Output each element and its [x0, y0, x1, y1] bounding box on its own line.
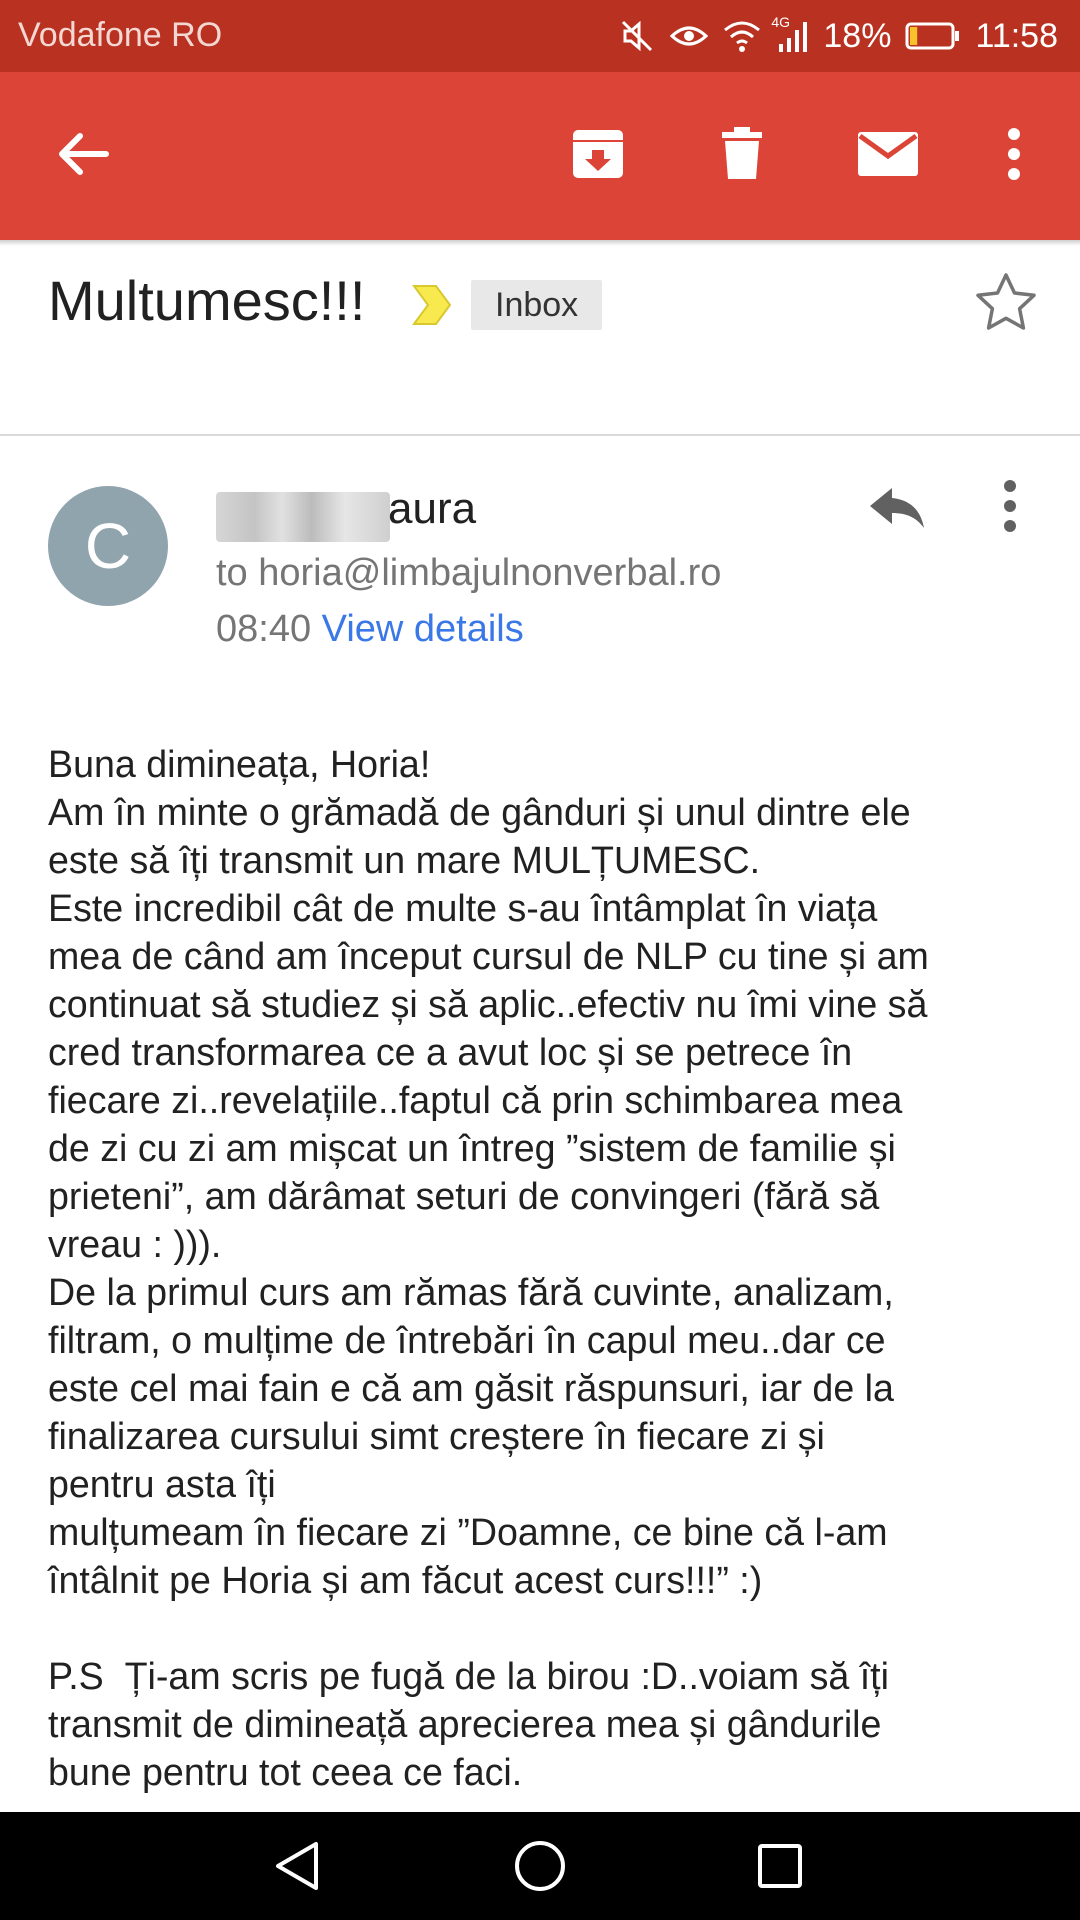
more-vert-icon	[1004, 480, 1016, 532]
battery-icon	[905, 21, 961, 51]
more-vert-icon	[1008, 128, 1020, 180]
more-options-button[interactable]	[972, 112, 1056, 196]
recipient-line: to horia@limbajulnonverbal.ro	[216, 552, 722, 594]
status-icons: 4G 18% 11:58	[619, 12, 1058, 60]
star-button[interactable]	[975, 272, 1037, 337]
mail-icon	[858, 132, 918, 176]
nav-home-icon	[515, 1841, 565, 1891]
reply-icon	[870, 488, 924, 528]
email-time: 08:40	[216, 608, 312, 650]
nav-back-icon	[276, 1842, 318, 1890]
status-bar: Vodafone RO 4G 18% 11:58	[0, 0, 1080, 72]
view-details-link[interactable]: View details	[322, 608, 524, 650]
nav-recents-button[interactable]	[752, 1838, 808, 1899]
importance-marker-icon[interactable]	[412, 284, 452, 331]
eye-icon	[669, 18, 709, 54]
sender-name-redacted	[216, 492, 390, 542]
reply-button[interactable]	[868, 484, 928, 539]
nav-recents-icon	[758, 1844, 802, 1888]
email-subject: Multumesc!!!	[48, 269, 366, 332]
app-bar	[0, 72, 1080, 240]
signal-icon: 4G	[771, 14, 809, 54]
email-body: Buna dimineața, Horia! Am în minte o gră…	[48, 743, 929, 1793]
navigation-bar	[0, 1812, 1080, 1920]
back-arrow-icon	[59, 133, 109, 175]
back-button[interactable]	[40, 112, 124, 196]
sender-name: aura	[388, 484, 477, 533]
appbar-shadow	[0, 240, 1080, 246]
mark-unread-button[interactable]	[846, 112, 930, 196]
delete-button[interactable]	[700, 112, 784, 196]
message-more-button[interactable]	[1000, 478, 1020, 539]
star-icon	[976, 273, 1036, 330]
archive-button[interactable]	[556, 112, 640, 196]
nav-back-button[interactable]	[270, 1838, 326, 1899]
sender-avatar[interactable]: C	[48, 486, 168, 606]
inbox-label-chip[interactable]: Inbox	[471, 280, 603, 330]
carrier-name: Vodafone RO	[18, 16, 223, 54]
trash-icon	[722, 127, 762, 179]
email-meta: 08:40 View details	[216, 608, 524, 651]
archive-icon	[573, 130, 623, 178]
nav-home-button[interactable]	[512, 1838, 568, 1899]
wifi-icon	[723, 18, 761, 54]
battery-percent: 18%	[823, 16, 892, 55]
header-divider	[0, 434, 1080, 436]
network-badge: 4G	[771, 14, 791, 30]
status-time: 11:58	[975, 16, 1058, 55]
mute-icon	[619, 18, 655, 54]
